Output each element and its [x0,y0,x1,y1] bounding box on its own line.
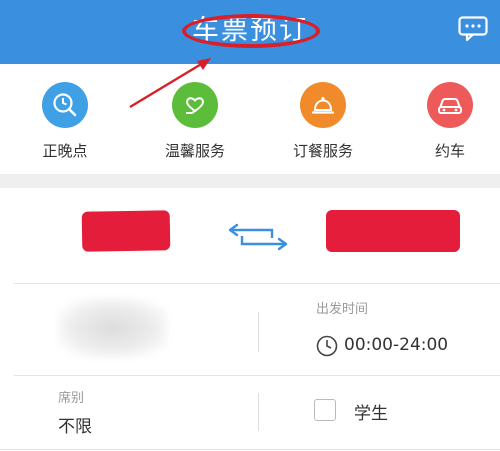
student-checkbox[interactable] [314,399,336,421]
annotation-arrow [129,58,211,109]
departure-time-label: 出发时间 [316,302,369,317]
divider-line [0,449,500,450]
divider-line [14,283,500,284]
divider-line [14,375,500,376]
departure-station-redacted[interactable] [81,210,171,252]
vertical-divider [258,312,259,352]
student-label: 学生 [354,404,388,424]
seat-type-label: 席别 [58,391,85,406]
seat-type-value[interactable]: 不限 [58,412,92,437]
vertical-divider [258,393,259,431]
departure-date-blurred[interactable] [58,298,168,358]
clock-icon [316,335,338,357]
service-label: 订餐服务 [292,142,353,160]
swap-arrows-icon[interactable] [222,222,292,252]
arrival-station-redacted[interactable] [326,210,460,252]
departure-time-value[interactable]: 00:00-24:00 [344,335,448,355]
service-label: 正晚点 [42,142,88,160]
service-label: 约车 [434,142,465,160]
service-label: 温馨服务 [164,142,225,160]
section-divider [0,174,500,188]
